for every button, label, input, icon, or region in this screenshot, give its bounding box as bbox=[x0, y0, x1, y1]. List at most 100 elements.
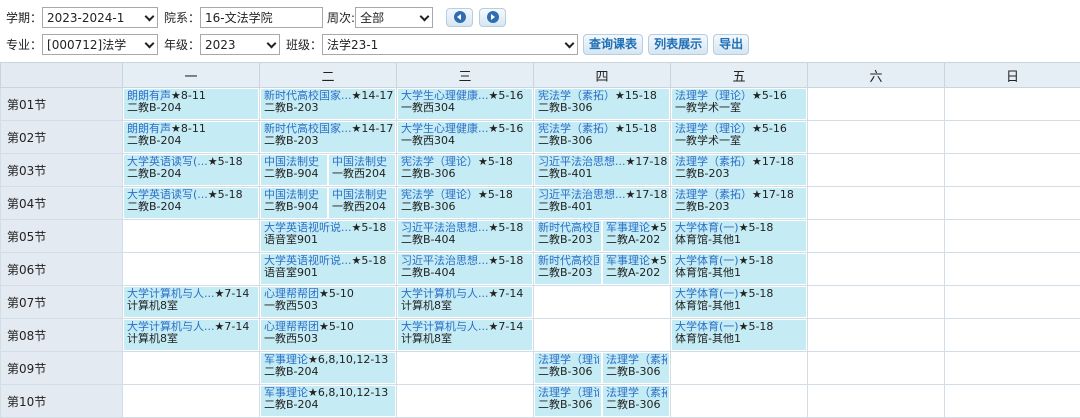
course-name-link[interactable]: 大学计算机与人... bbox=[127, 321, 215, 333]
course-weeks: ★6,8,10,12-13 bbox=[308, 354, 389, 366]
course-title-line: 大学体育(一)★5-18 bbox=[675, 255, 804, 267]
schedule-cell: 大学英语读写(...★5-18 二教B-204 bbox=[122, 186, 260, 220]
course-name-link[interactable]: 法理学（理论） bbox=[675, 90, 752, 102]
schedule-cell: 法理学（理论 二教B-306 法理学（素拓 二教B-306 bbox=[533, 384, 671, 418]
course-room: 二教B-904 bbox=[264, 201, 319, 213]
export-button[interactable]: 导出 bbox=[713, 33, 750, 55]
schedule-cell: 新时代高校国 二教B-203 军事理论★5 二教A-202 bbox=[533, 219, 671, 253]
course-block: 中国法制史 二教B-904 bbox=[261, 155, 327, 185]
timetable-row: 第04节 大学英语读写(...★5-18 二教B-204 中国法制史 二教B-904 中国… bbox=[0, 186, 1080, 220]
course-name-link[interactable]: 大学英语读写(... bbox=[127, 189, 208, 201]
course-name-link[interactable]: 大学生心理健康... bbox=[401, 90, 489, 102]
course-room: 体育馆-其他1 bbox=[675, 234, 741, 246]
course-name-link[interactable]: 朗朗有声 bbox=[127, 90, 171, 102]
list-view-button[interactable]: 列表展示 bbox=[648, 33, 709, 55]
timetable-row: 第05节 大学英语视听说...★5-18 语音室901 习近平法治思想...★5-18… bbox=[0, 219, 1080, 253]
course-block: 心理帮帮团★5-10 一教西503 bbox=[261, 320, 395, 350]
filter-bar: 学期： 2023-2024-1 院系： 16-文法学院 周次: 全部 专业： [… bbox=[0, 0, 1080, 62]
schedule-cell: 法理学（理论）★5-16 一教学术一室 bbox=[670, 87, 808, 121]
semester-value: 2023-2024-1 bbox=[47, 10, 125, 25]
semester-select[interactable]: 2023-2024-1 bbox=[42, 6, 159, 28]
course-title-line: 法理学（理论）★5-16 bbox=[675, 90, 804, 102]
course-name-link[interactable]: 大学计算机与人... bbox=[401, 321, 489, 333]
course-name-link[interactable]: 法理学（素拓） bbox=[675, 156, 752, 168]
course-title-line: 新时代高校国家...★14-17 bbox=[264, 123, 393, 135]
cell-course-group: 法理学（理论）★5-16 一教学术一室 bbox=[671, 121, 807, 153]
prev-week-button[interactable] bbox=[446, 7, 474, 27]
schedule-cell bbox=[533, 318, 671, 352]
course-block: 宪法学（素拓）★15-18 二教B-306 bbox=[535, 89, 669, 119]
course-name-link[interactable]: 大学计算机与人... bbox=[401, 288, 489, 300]
course-title-line: 习近平法治思想...★5-18 bbox=[401, 255, 530, 267]
course-name-link[interactable]: 习近平法治思想... bbox=[538, 156, 626, 168]
course-title-line: 新时代高校国 bbox=[538, 222, 599, 234]
course-title-line: 新时代高校国 bbox=[538, 255, 599, 267]
course-name-link[interactable]: 新时代高校国 bbox=[538, 222, 599, 234]
course-room: 二教B-203 bbox=[538, 234, 593, 246]
course-name-link[interactable]: 军事理论 bbox=[606, 222, 650, 234]
course-name-link[interactable]: 军事理论 bbox=[264, 354, 308, 366]
cell-course-group: 大学体育(一)★5-18 体育馆-其他1 bbox=[671, 286, 807, 318]
course-name-link[interactable]: 大学生心理健康... bbox=[401, 123, 489, 135]
course-name-link[interactable]: 宪法学（素拓） bbox=[538, 90, 615, 102]
course-name-link[interactable]: 法理学（理论） bbox=[675, 123, 752, 135]
course-name-link[interactable]: 新时代高校国家... bbox=[264, 90, 352, 102]
cell-course-group: 军事理论★6,8,10,12-13 二教B-204 bbox=[260, 352, 396, 384]
course-name-link[interactable]: 大学体育(一) bbox=[675, 222, 739, 234]
next-week-button[interactable] bbox=[479, 7, 507, 27]
class-select[interactable]: 法学23-1 bbox=[322, 33, 579, 55]
course-name-link[interactable]: 大学计算机与人... bbox=[127, 288, 215, 300]
query-schedule-button[interactable]: 查询课表 bbox=[583, 33, 644, 55]
course-name-link[interactable]: 法理学（理论 bbox=[538, 354, 599, 366]
course-name-link[interactable]: 法理学（素拓 bbox=[606, 354, 667, 366]
course-name-link[interactable]: 大学体育(一) bbox=[675, 288, 739, 300]
course-room: 计算机8室 bbox=[127, 300, 178, 312]
schedule-cell: 宪法学（素拓）★15-18 二教B-306 bbox=[533, 120, 671, 154]
course-name-link[interactable]: 心理帮帮团 bbox=[264, 288, 319, 300]
major-select[interactable]: [000712]法学 bbox=[42, 33, 159, 55]
grade-select[interactable]: 2023 bbox=[200, 33, 281, 55]
class-value: 法学23-1 bbox=[327, 37, 379, 52]
course-name-link[interactable]: 法理学（理论 bbox=[538, 387, 599, 399]
course-name-link[interactable]: 宪法学（素拓） bbox=[538, 123, 615, 135]
course-name-link[interactable]: 大学英语视听说... bbox=[264, 222, 352, 234]
week-select[interactable]: 全部 bbox=[355, 6, 434, 28]
course-name-link[interactable]: 习近平法治思想... bbox=[538, 189, 626, 201]
course-name-link[interactable]: 新时代高校国家... bbox=[264, 123, 352, 135]
course-weeks: ★7-14 bbox=[214, 288, 250, 300]
course-title-line: 法理学（理论 bbox=[538, 387, 599, 399]
course-name-link[interactable]: 军事理论 bbox=[264, 387, 308, 399]
schedule-cell: 大学计算机与人...★7-14 计算机8室 bbox=[396, 318, 534, 352]
course-name-link[interactable]: 大学体育(一) bbox=[675, 255, 739, 267]
course-block: 大学体育(一)★5-18 体育馆-其他1 bbox=[672, 320, 806, 350]
cell-course-group: 大学生心理健康...★5-16 一教西304 bbox=[397, 88, 533, 120]
schedule-cell: 大学体育(一)★5-18 体育馆-其他1 bbox=[670, 252, 808, 286]
course-name-link[interactable]: 中国法制史 bbox=[332, 156, 387, 168]
course-name-link[interactable]: 宪法学（理论） bbox=[401, 189, 478, 201]
course-name-link[interactable]: 法理学（素拓 bbox=[606, 387, 667, 399]
course-name-link[interactable]: 新时代高校国 bbox=[538, 255, 599, 267]
course-name-link[interactable]: 习近平法治思想... bbox=[401, 222, 489, 234]
section-label: 第09节 bbox=[0, 351, 123, 385]
course-block: 中国法制史 一教西204 bbox=[329, 155, 395, 185]
cell-course-group: 宪法学（素拓）★15-18 二教B-306 bbox=[534, 88, 670, 120]
course-title-line: 军事理论★6,8,10,12-13 bbox=[264, 354, 393, 366]
course-name-link[interactable]: 法理学（素拓） bbox=[675, 189, 752, 201]
course-room: 一教西204 bbox=[332, 168, 386, 180]
course-name-link[interactable]: 宪法学（理论） bbox=[401, 156, 478, 168]
course-name-link[interactable]: 大学英语视听说... bbox=[264, 255, 352, 267]
course-name-link[interactable]: 军事理论 bbox=[606, 255, 650, 267]
cell-course-group: 大学计算机与人...★7-14 计算机8室 bbox=[123, 286, 259, 318]
course-name-link[interactable]: 习近平法治思想... bbox=[401, 255, 489, 267]
course-name-link[interactable]: 大学体育(一) bbox=[675, 321, 739, 333]
course-name-link[interactable]: 朗朗有声 bbox=[127, 123, 171, 135]
course-name-link[interactable]: 中国法制史 bbox=[332, 189, 387, 201]
course-name-link[interactable]: 心理帮帮团 bbox=[264, 321, 319, 333]
course-name-link[interactable]: 中国法制史 bbox=[264, 189, 319, 201]
department-select[interactable]: 16-文法学院 bbox=[200, 6, 324, 28]
cell-course-group: 法理学（理论 二教B-306 法理学（素拓 二教B-306 bbox=[534, 352, 670, 384]
course-name-link[interactable]: 大学英语读写(... bbox=[127, 156, 208, 168]
course-room: 体育馆-其他1 bbox=[675, 267, 741, 279]
timetable-row: 第06节 大学英语视听说...★5-18 语音室901 习近平法治思想...★5-18… bbox=[0, 252, 1080, 286]
course-name-link[interactable]: 中国法制史 bbox=[264, 156, 319, 168]
